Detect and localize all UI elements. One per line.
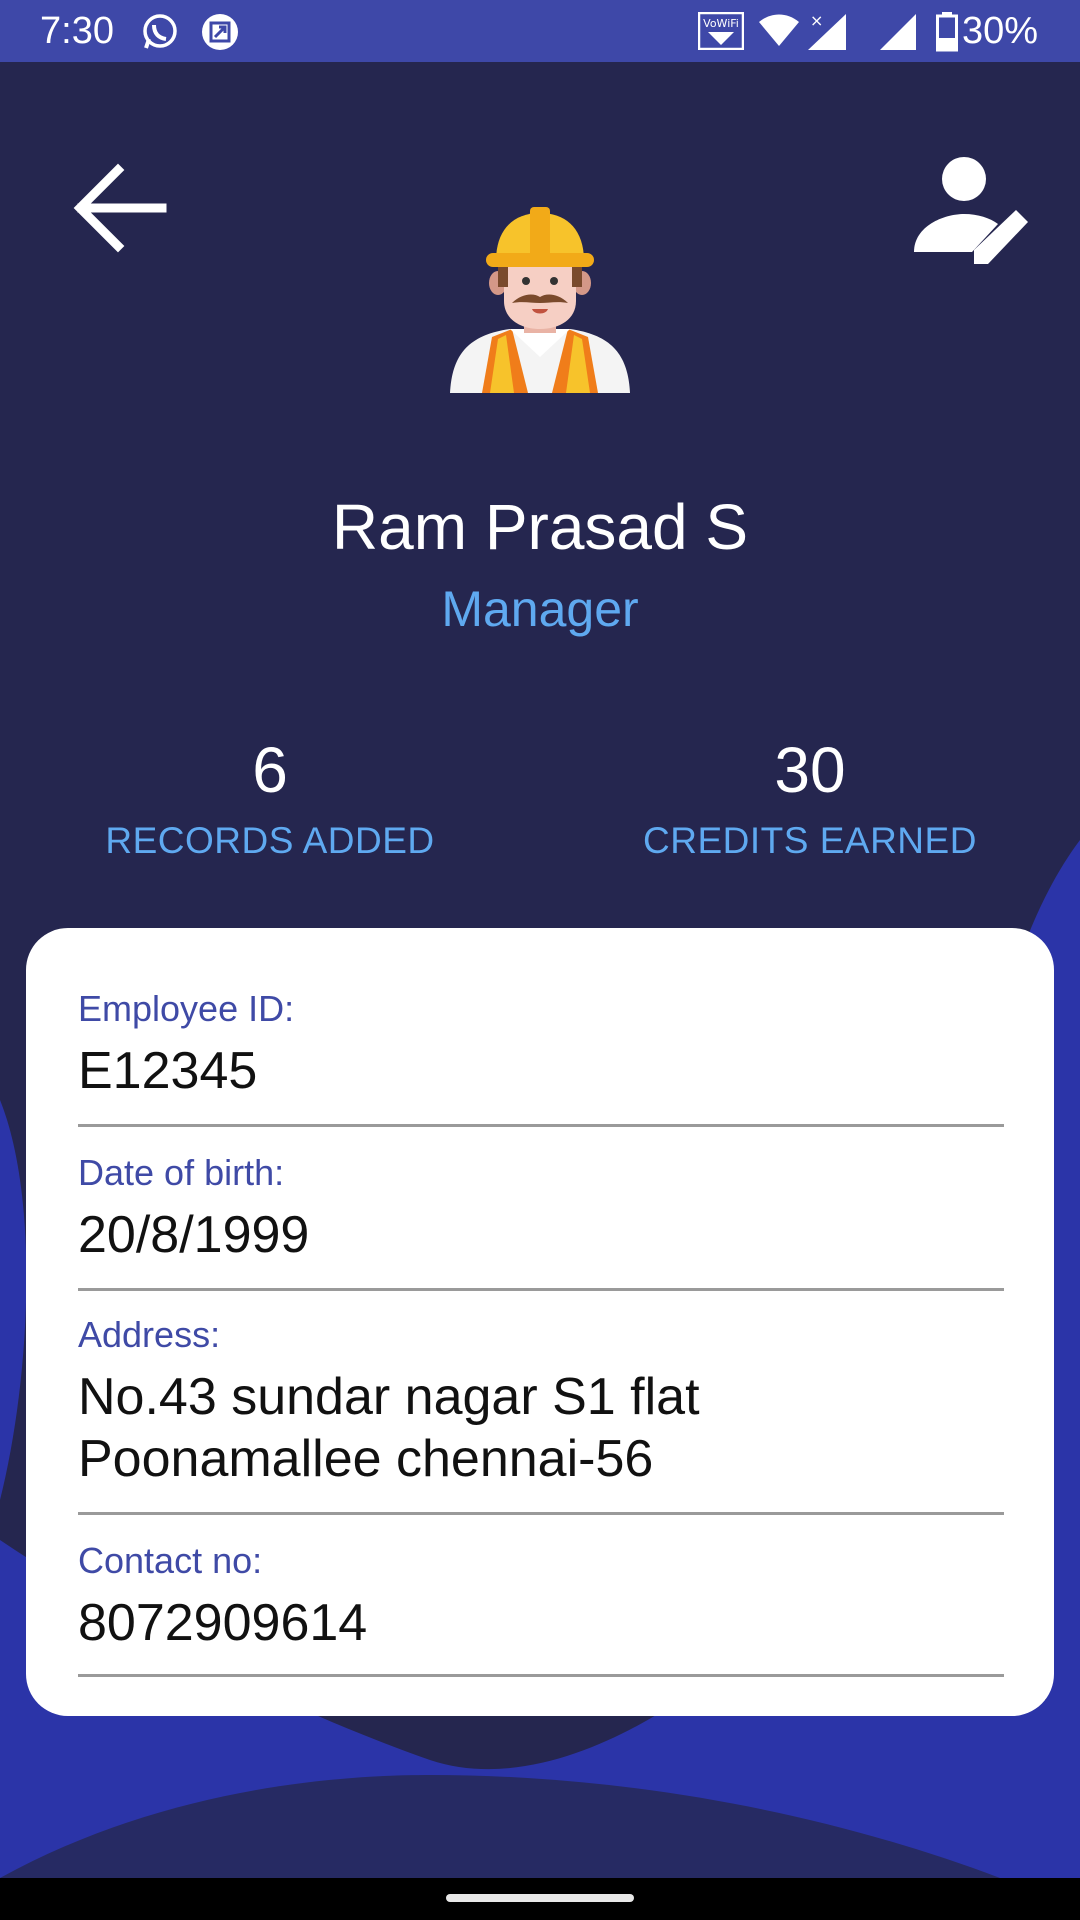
employee-id-label: Employee ID: [78,988,295,1029]
profile-role: Manager [441,581,639,637]
dob-value: 20/8/1999 [78,1206,310,1264]
address-field: Address: No.43 sundar nagar S1 flat Poon… [78,1314,1004,1515]
stat-label: CREDITS EARNED [643,820,977,861]
contact-label: Contact no: [78,1540,263,1581]
back-button[interactable] [70,160,170,260]
battery-percentage: 30% [961,10,1038,52]
stat-credits-earned: 30 CREDITS EARNED [590,730,1030,862]
edit-profile-button[interactable] [908,152,1032,276]
address-value: No.43 sundar nagar S1 flat Poonamallee c… [78,1366,1004,1490]
battery-icon [936,12,958,57]
screenshot-icon [200,12,240,57]
vowifi-icon: VoWiFi [697,11,745,55]
home-indicator[interactable] [446,1894,634,1902]
svg-text:VoWiFi: VoWiFi [703,17,739,30]
arrow-left-icon [73,163,167,253]
navigation-bar [0,1878,1080,1920]
profile-name: Ram Prasad S [331,491,749,563]
profile-details-card: Employee ID: E12345 Date of birth: 20/8/… [26,928,1054,1716]
stat-value: 30 [774,734,846,806]
employee-id-value: E12345 [78,1042,258,1100]
stat-label: RECORDS ADDED [105,820,435,861]
address-label: Address: [78,1314,221,1355]
signal-icon: × [806,11,850,57]
employee-id-field: Employee ID: E12345 [78,988,1004,1127]
edit-user-icon [914,157,1028,264]
status-bar: 7:30 VoWiFi × 30% [0,0,1080,62]
avatar [448,205,632,395]
status-time: 7:30 [40,10,114,52]
worker-avatar-icon [450,207,630,393]
contact-value: 8072909614 [78,1594,368,1652]
dob-field: Date of birth: 20/8/1999 [78,1152,1004,1291]
address-line-2: Poonamallee chennai-56 [78,1430,654,1488]
wifi-icon [758,12,800,53]
stat-value: 6 [252,734,288,806]
signal-icon [878,12,918,57]
stat-records-added: 6 RECORDS ADDED [50,730,490,862]
dob-label: Date of birth: [78,1152,285,1193]
whatsapp-icon [140,12,180,57]
contact-field: Contact no: 8072909614 [78,1540,1004,1677]
svg-text:×: × [810,12,823,30]
address-line-1: No.43 sundar nagar S1 flat [78,1368,700,1426]
